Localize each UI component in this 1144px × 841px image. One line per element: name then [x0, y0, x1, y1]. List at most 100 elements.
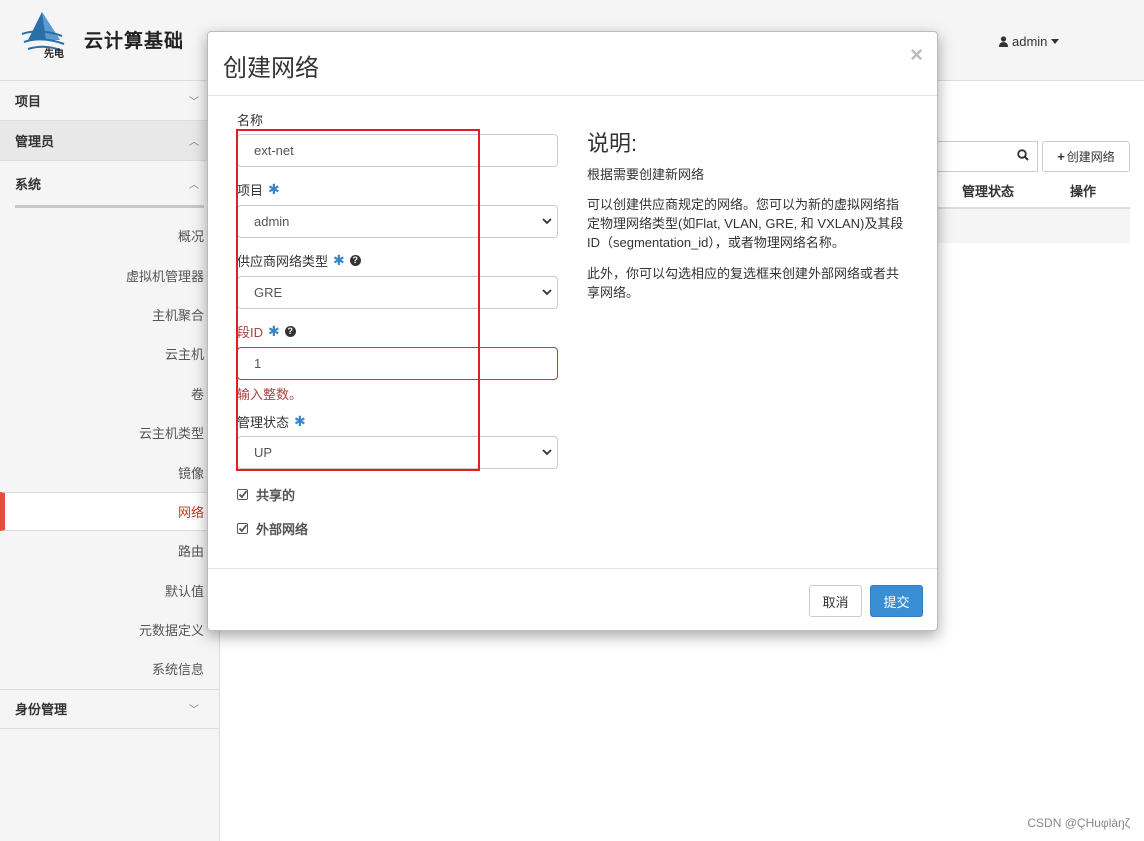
sidebar-item-aggregates[interactable]: 主机聚合 [0, 295, 219, 334]
project-select[interactable]: admin [237, 205, 558, 238]
sidebar-item-metadata[interactable]: 元数据定义 [0, 610, 219, 649]
admin-state-label: 管理状态 ✱ [237, 412, 306, 431]
chevron-down-icon: ﹀ [189, 705, 199, 717]
required-icon: ✱ [333, 252, 345, 268]
help-icon[interactable]: ? [349, 255, 361, 266]
sidebar-item-label: 卷 [190, 386, 204, 402]
column-header-admin-state[interactable]: 管理状态 [962, 181, 1014, 200]
required-icon: ✱ [268, 323, 280, 339]
create-network-label: 创建网络 [1066, 150, 1115, 164]
external-network-checkbox[interactable]: 外部网络 [237, 519, 308, 538]
chevron-up-icon: ︿ [189, 179, 199, 191]
project-label-text: 项目 [237, 183, 264, 198]
name-input-value: ext-net [254, 143, 294, 158]
sidebar-project-label: 项目 [15, 94, 42, 109]
checkbox-checked-icon[interactable] [237, 489, 248, 500]
modal-footer: 取消 提交 [208, 568, 937, 630]
required-icon: ✱ [268, 181, 280, 197]
sidebar-item-defaults[interactable]: 默认值 [0, 571, 219, 610]
cancel-button[interactable]: 取消 [809, 585, 862, 617]
sidebar-item-flavors[interactable]: 云主机类型 [0, 413, 219, 452]
sidebar-item-label: 路由 [177, 544, 204, 560]
description-panel: 说明: 根据需要创建新网络 可以创建供应商规定的网络。您可以为新的虚拟网络指定物… [587, 126, 907, 302]
submit-button[interactable]: 提交 [870, 585, 923, 617]
create-network-button[interactable]: + 创建网络 [1042, 141, 1130, 172]
sidebar-system-label: 系统 [15, 176, 42, 192]
admin-state-select-value: UP [254, 445, 273, 460]
provider-type-label-text: 供应商网络类型 [237, 254, 329, 269]
checkbox-checked-icon[interactable] [237, 523, 248, 534]
sidebar-system[interactable]: 系统 ︿ [0, 161, 219, 205]
table-row [930, 209, 1130, 243]
sidebar-item-label: 镜像 [177, 465, 204, 481]
user-icon [999, 36, 1008, 47]
sidebar-item-label: 默认值 [164, 583, 204, 599]
sidebar-item-images[interactable]: 镜像 [0, 452, 219, 491]
description-subtitle: 根据需要创建新网络 [587, 167, 705, 182]
sidebar-item-label: 概况 [177, 229, 204, 245]
logo-text: 先电 [44, 47, 64, 60]
chevron-down-icon: ﹀ [189, 97, 199, 108]
create-network-modal: 创建网络 × 名称 ext-net 项目 ✱ admin 供应商网络类型 ✱ ?… [207, 31, 938, 631]
admin-state-select[interactable]: UP [237, 436, 558, 469]
sidebar: 项目 ﹀ 管理员 ︿ 系统 ︿ 概况 虚拟机管理器 主机聚合 云主机 卷 云主机… [0, 81, 220, 841]
sidebar-item-label: 虚拟机管理器 [125, 268, 204, 284]
project-select-value: admin [254, 214, 290, 229]
description-paragraph: 可以创建供应商规定的网络。您可以为新的虚拟网络指定物理网络类型(如Flat, V… [587, 197, 904, 250]
plus-icon: + [1057, 149, 1065, 164]
shared-checkbox[interactable]: 共享的 [237, 485, 295, 504]
segment-id-error: 输入整数。 [237, 387, 303, 402]
sidebar-item-label: 云主机 [164, 347, 204, 363]
chevron-down-icon [542, 218, 552, 225]
required-icon: ✱ [294, 413, 306, 429]
description-title: 说明: [587, 131, 638, 156]
project-label: 项目 ✱ [237, 180, 280, 199]
sidebar-admin-label: 管理员 [15, 134, 55, 149]
user-name: admin [1012, 34, 1048, 49]
caret-down-icon [1051, 39, 1060, 44]
sidebar-item-label: 元数据定义 [138, 623, 204, 639]
search-icon[interactable] [1017, 149, 1029, 161]
help-icon[interactable]: ? [284, 326, 296, 337]
column-header-actions: 操作 [1070, 184, 1097, 199]
sidebar-item-routers[interactable]: 路由 [0, 531, 219, 570]
sidebar-item-system-info[interactable]: 系统信息 [0, 649, 219, 688]
sidebar-item-volumes[interactable]: 卷 [0, 374, 219, 413]
shared-checkbox-label: 共享的 [256, 488, 296, 503]
search-input[interactable] [930, 141, 1038, 172]
external-network-checkbox-label: 外部网络 [256, 522, 309, 537]
chevron-up-icon: ︿ [189, 137, 199, 148]
modal-header: 创建网络 × [208, 32, 937, 96]
name-label: 名称 [237, 110, 263, 129]
name-input[interactable]: ext-net [237, 134, 558, 167]
segment-id-input[interactable]: 1 [237, 347, 558, 380]
close-icon[interactable]: × [910, 42, 923, 68]
admin-state-label-text: 管理状态 [237, 415, 290, 430]
sidebar-item-label: 系统信息 [151, 662, 204, 678]
sidebar-item-label: 网络 [177, 504, 204, 520]
description-paragraph: 此外，你可以勾选相应的复选框来创建外部网络或者共享网络。 [587, 266, 900, 300]
sidebar-item-instances[interactable]: 云主机 [0, 334, 219, 373]
segment-id-label-text: 段ID [237, 325, 264, 340]
sidebar-item-overview[interactable]: 概况 [0, 216, 219, 255]
logo-icon: 先电 [21, 12, 65, 60]
segment-id-label: 段ID ✱ ? [237, 322, 296, 341]
modal-title: 创建网络 [223, 55, 319, 82]
sidebar-admin[interactable]: 管理员 ︿ [0, 121, 219, 161]
segment-id-input-value: 1 [254, 356, 262, 371]
sidebar-item-label: 云主机类型 [138, 426, 204, 442]
watermark: CSDN @ÇHuφlàŋζ [1027, 816, 1130, 830]
provider-type-select-value: GRE [254, 285, 283, 300]
sidebar-identity-label: 身份管理 [15, 702, 68, 718]
provider-type-select[interactable]: GRE [237, 276, 558, 309]
provider-type-label: 供应商网络类型 ✱ ? [237, 251, 361, 270]
chevron-down-icon [542, 449, 552, 456]
sidebar-item-networks[interactable]: 网络 [0, 491, 219, 532]
sidebar-item-label: 主机聚合 [151, 307, 204, 323]
user-menu[interactable]: admin [999, 34, 1060, 49]
brand-title: 云计算基础 [84, 30, 185, 52]
sidebar-project[interactable]: 项目 ﹀ [0, 81, 219, 121]
sidebar-item-hypervisors[interactable]: 虚拟机管理器 [0, 255, 219, 294]
chevron-down-icon [542, 289, 552, 296]
sidebar-identity[interactable]: 身份管理 ﹀ [0, 688, 219, 729]
